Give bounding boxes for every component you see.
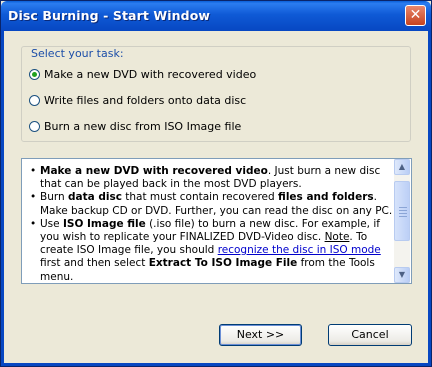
bullet-icon: • (30, 191, 37, 204)
iso-mode-link[interactable]: recognize the disc in ISO mode (218, 244, 381, 256)
thumb-grip-line (399, 207, 407, 208)
text-run: that must contain recovered (121, 191, 279, 204)
radio-button-icon[interactable] (29, 95, 40, 106)
radio-button-checked-icon[interactable] (29, 69, 40, 80)
thumb-grip-line (399, 216, 407, 217)
vertical-scrollbar[interactable]: ▲ ▼ (394, 159, 410, 283)
description-bullet-new-dvd: • Make a new DVD with recovered video. J… (30, 165, 395, 191)
radio-button-icon[interactable] (29, 121, 40, 132)
bullet-icon: • (30, 165, 37, 177)
thumb-grip-line (399, 213, 407, 214)
bold-text: Extract To ISO Image File (148, 257, 298, 270)
scroll-up-arrow-icon[interactable]: ▲ (394, 159, 410, 175)
description-bullet-iso-image: • Use ISO Image file (.iso file) to burn… (30, 218, 395, 284)
next-button[interactable]: Next >> (219, 324, 302, 346)
radio-label-data-disc[interactable]: Write files and folders onto data disc (44, 94, 246, 107)
window-frame-right (428, 31, 431, 366)
bold-text: ISO Image file (62, 217, 146, 230)
task-description-text: • Make a new DVD with recovered video. J… (30, 165, 395, 284)
window-frame-bottom (1, 363, 431, 366)
bold-text: files and folders (278, 191, 374, 204)
radio-label-new-dvd[interactable]: Make a new DVD with recovered video (44, 68, 256, 81)
text-run: Burn (40, 191, 68, 204)
close-button[interactable]: ✕ (405, 5, 426, 26)
thumb-grip-line (399, 210, 407, 211)
task-description-box[interactable]: • Make a new DVD with recovered video. J… (21, 158, 412, 284)
bold-text: Make a new DVD with recovered video (40, 165, 268, 177)
window-title: Disc Burning - Start Window (8, 8, 211, 23)
radio-option-new-dvd[interactable]: Make a new DVD with recovered video (29, 68, 256, 81)
text-run: Use (40, 217, 63, 230)
window-frame-left (1, 31, 4, 366)
task-group-label: Select your task: (29, 47, 126, 60)
radio-option-data-disc[interactable]: Write files and folders onto data disc (29, 94, 246, 107)
description-bullet-data-disc: • Burn data disc that must contain recov… (30, 191, 395, 217)
cancel-button[interactable]: Cancel (328, 324, 412, 346)
disc-burning-window: Disc Burning - Start Window ✕ Select you… (0, 0, 432, 367)
title-bar[interactable]: Disc Burning - Start Window ✕ (1, 1, 431, 31)
scroll-down-arrow-icon[interactable]: ▼ (394, 267, 410, 283)
radio-option-iso-image[interactable]: Burn a new disc from ISO Image file (29, 120, 241, 133)
bold-text: data disc (67, 191, 122, 204)
text-run: first and then select (40, 257, 149, 270)
radio-label-iso-image[interactable]: Burn a new disc from ISO Image file (44, 120, 241, 133)
bullet-icon: • (30, 217, 37, 230)
scrollbar-thumb[interactable] (394, 181, 410, 241)
note-text: Note (324, 231, 350, 244)
